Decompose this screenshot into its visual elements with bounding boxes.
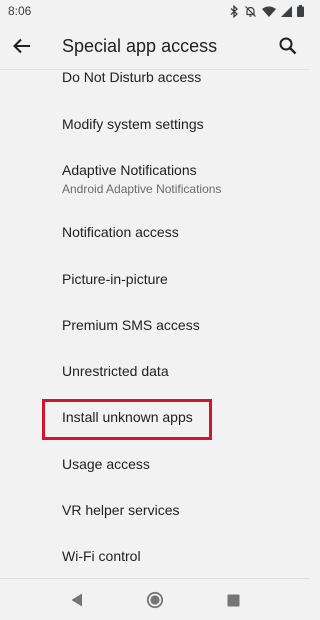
bluetooth-icon: [230, 4, 238, 18]
nav-recents-button[interactable]: [222, 589, 244, 611]
app-bar: Special app access: [0, 22, 310, 70]
page-title: Special app access: [62, 36, 218, 56]
list-item-label: Do Not Disturb access: [62, 70, 202, 85]
list-item-premium-sms-access[interactable]: Premium SMS access: [62, 317, 302, 334]
wifi-icon: [262, 6, 276, 17]
back-button[interactable]: [10, 34, 34, 58]
back-triangle-icon: [71, 593, 82, 607]
nav-back-button[interactable]: [66, 589, 88, 611]
list-item-label: Picture-in-picture: [62, 271, 168, 287]
list-item-label: Modify system settings: [62, 116, 204, 132]
list-item-label: Notification access: [62, 224, 179, 240]
navigation-bar: [0, 578, 310, 620]
recents-square-icon: [227, 594, 239, 606]
search-icon: [279, 37, 297, 55]
list-item-modify-system-settings[interactable]: Modify system settings: [62, 116, 302, 133]
list-item-picture-in-picture[interactable]: Picture-in-picture: [62, 271, 302, 288]
arrow-back-icon: [13, 38, 30, 54]
search-button[interactable]: [276, 34, 300, 58]
list-item-adaptive-notifications[interactable]: Adaptive Notifications Android Adaptive …: [62, 162, 302, 197]
list-item-label: Unrestricted data: [62, 363, 169, 379]
list-item-label: Usage access: [62, 456, 150, 472]
list-item-unrestricted-data[interactable]: Unrestricted data: [62, 363, 302, 380]
status-icons: [230, 4, 304, 18]
list-item-label: Adaptive Notifications: [62, 162, 197, 178]
status-time: 8:06: [8, 4, 32, 18]
list-item-label: Premium SMS access: [62, 317, 200, 333]
signal-icon: [281, 5, 292, 17]
list-item-wifi-control[interactable]: Wi-Fi control: [62, 548, 302, 565]
nav-home-button[interactable]: [144, 589, 166, 611]
list-item-summary: Android Adaptive Notifications: [62, 182, 222, 196]
settings-list: Do Not Disturb access Modify system sett…: [0, 70, 310, 578]
list-item-label: Wi-Fi control: [62, 548, 141, 564]
list-item-vr-helper-services[interactable]: VR helper services: [62, 502, 302, 519]
list-item-install-unknown-apps[interactable]: Install unknown apps: [62, 409, 302, 426]
status-bar: 8:06: [0, 0, 310, 22]
home-circle-icon: [146, 591, 164, 609]
list-item-usage-access[interactable]: Usage access: [62, 456, 302, 473]
dnd-off-icon: [245, 5, 256, 17]
list-item-label: VR helper services: [62, 502, 180, 518]
list-item-do-not-disturb-access[interactable]: Do Not Disturb access: [62, 70, 302, 86]
list-item-notification-access[interactable]: Notification access: [62, 224, 302, 241]
battery-icon: [297, 5, 304, 17]
list-item-label: Install unknown apps: [62, 409, 193, 425]
